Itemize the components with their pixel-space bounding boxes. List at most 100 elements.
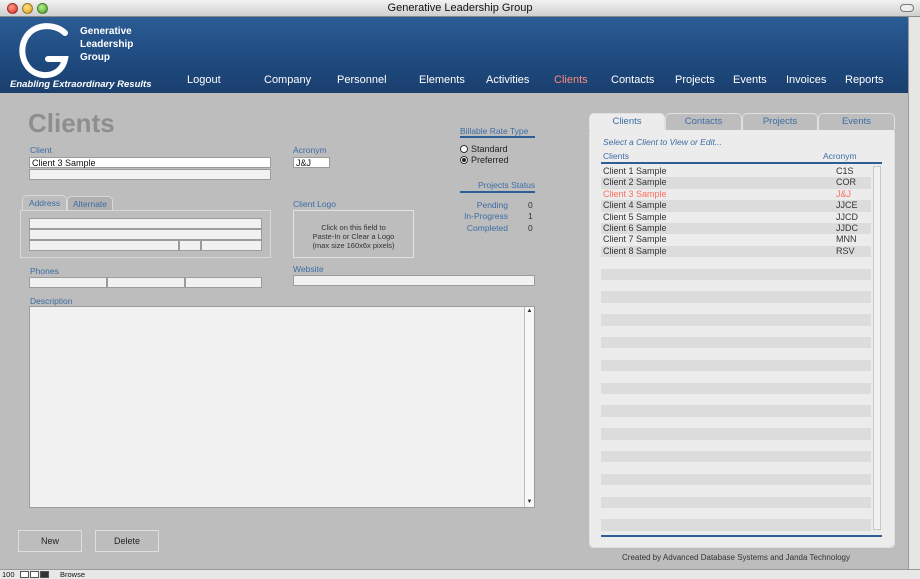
phone-field-2[interactable]	[107, 277, 185, 288]
logo-text-line3: Group	[80, 52, 110, 63]
zoom-level[interactable]: 100	[2, 570, 15, 579]
empty-row	[601, 462, 871, 473]
window-title-bar: Generative Leadership Group	[0, 0, 920, 17]
nav-events[interactable]: Events	[733, 74, 767, 86]
empty-row	[601, 268, 871, 280]
delete-button[interactable]: Delete	[95, 530, 159, 552]
empty-row	[601, 417, 871, 428]
empty-row	[601, 326, 871, 337]
zoom-out-icon[interactable]	[20, 571, 29, 578]
address-line1-field[interactable]	[29, 218, 262, 229]
address-line2-field[interactable]	[29, 229, 262, 240]
logo-text-line2: Leadership	[80, 39, 134, 50]
tagline: Enabling Extraordinary Results	[10, 79, 152, 90]
projects-status-divider	[460, 191, 535, 193]
city-field[interactable]	[29, 240, 179, 251]
client-name-field[interactable]: Client 3 Sample	[29, 157, 271, 168]
client-list-scrollbar[interactable]	[873, 166, 881, 530]
row-client: Client 7 Sample	[603, 234, 667, 245]
row-acronym: JJCD	[836, 211, 858, 222]
logo-g-icon	[19, 23, 69, 79]
table-row[interactable]: Client 7 Sample MNN	[601, 234, 871, 245]
client-name-field-2[interactable]	[29, 169, 271, 180]
table-row[interactable]: Client 8 Sample RSV	[601, 245, 871, 258]
phone-field-3[interactable]	[185, 277, 262, 288]
nav-elements[interactable]: Elements	[419, 74, 465, 86]
phone-field-1[interactable]	[29, 277, 107, 288]
nav-logout[interactable]: Logout	[187, 74, 221, 86]
credit-text: Created by Advanced Database Systems and…	[622, 553, 850, 562]
description-scrollbar[interactable]: ▲ ▼	[524, 307, 534, 507]
description-field[interactable]: ▲ ▼	[29, 306, 535, 508]
app-header: Generative Leadership Group Enabling Ext…	[0, 17, 908, 93]
new-button[interactable]: New	[18, 530, 82, 552]
status-inprogress-label: In-Progress	[464, 211, 508, 221]
radio-preferred[interactable]	[460, 156, 468, 164]
tab-address[interactable]: Address	[22, 195, 67, 210]
panel-tab-contacts[interactable]: Contacts	[665, 113, 742, 130]
zoom-in-icon[interactable]	[30, 571, 39, 578]
empty-row	[601, 291, 871, 303]
list-footer-divider	[601, 535, 882, 537]
logo-hint-line1: Click on this field to	[321, 223, 386, 232]
panel-tab-events[interactable]: Events	[818, 113, 895, 130]
projects-status-label: Projects Status	[478, 180, 536, 190]
zip-field[interactable]	[201, 240, 262, 251]
mode-indicator[interactable]: Browse	[60, 570, 85, 579]
table-row[interactable]: Client 6 Sample JJDC	[601, 223, 871, 235]
nav-projects[interactable]: Projects	[675, 74, 715, 86]
radio-preferred-label: Preferred	[471, 155, 509, 165]
empty-row	[601, 451, 871, 463]
window-scrollbar[interactable]	[908, 17, 920, 569]
status-completed-label: Completed	[466, 223, 508, 233]
table-row[interactable]: Client 2 Sample COR	[601, 177, 871, 189]
empty-row	[601, 485, 871, 496]
table-row-selected[interactable]: Client 3 Sample J&J	[601, 189, 871, 200]
nav-personnel[interactable]: Personnel	[337, 74, 387, 86]
empty-row	[601, 382, 871, 394]
scroll-down-icon[interactable]: ▼	[525, 498, 534, 507]
description-label: Description	[30, 296, 73, 306]
row-acronym: RSV	[836, 245, 855, 256]
tab-alternate[interactable]: Alternate	[67, 196, 113, 211]
status-pending-label: Pending	[476, 200, 508, 210]
scroll-up-icon[interactable]: ▲	[525, 307, 534, 316]
row-client: Client 8 Sample	[603, 245, 667, 256]
toolbar-toggle-button[interactable]	[900, 4, 914, 12]
nav-activities[interactable]: Activities	[486, 74, 529, 86]
table-row[interactable]: Client 5 Sample JJCD	[601, 212, 871, 223]
empty-row	[601, 337, 871, 349]
client-logo-field[interactable]: Click on this field to Paste-In or Clear…	[293, 210, 414, 258]
acronym-field[interactable]: J&J	[293, 157, 330, 168]
nav-contacts[interactable]: Contacts	[611, 74, 654, 86]
website-field[interactable]	[293, 275, 535, 286]
row-acronym: COR	[836, 177, 856, 188]
row-client: Client 4 Sample	[603, 200, 667, 211]
nav-invoices[interactable]: Invoices	[786, 74, 826, 86]
logo-text-line1: Generative	[80, 26, 132, 37]
list-hint: Select a Client to View or Edit...	[603, 137, 722, 147]
table-row[interactable]: Client 1 Sample C1S	[601, 166, 871, 177]
list-header-divider	[601, 162, 882, 164]
row-client: Client 1 Sample	[603, 166, 667, 176]
nav-reports[interactable]: Reports	[845, 74, 884, 86]
nav-company[interactable]: Company	[264, 74, 311, 86]
radio-standard[interactable]	[460, 145, 468, 153]
table-row[interactable]: Client 4 Sample JJCE	[601, 200, 871, 212]
row-acronym: JJDC	[836, 223, 858, 233]
status-completed-value: 0	[528, 223, 533, 233]
panel-tab-clients[interactable]: Clients	[589, 113, 665, 130]
row-client: Client 6 Sample	[603, 223, 667, 233]
row-acronym: JJCE	[836, 200, 858, 211]
window-title: Generative Leadership Group	[387, 2, 533, 14]
status-toggle-icon[interactable]	[40, 571, 49, 578]
page-title: Clients	[28, 108, 115, 138]
empty-row	[601, 314, 871, 326]
panel-tab-projects[interactable]: Projects	[742, 113, 818, 130]
website-label: Website	[293, 264, 324, 274]
nav-clients[interactable]: Clients	[554, 74, 588, 86]
empty-row	[601, 280, 871, 291]
radio-standard-label: Standard	[471, 144, 508, 154]
empty-row	[601, 348, 871, 359]
state-field[interactable]	[179, 240, 201, 251]
